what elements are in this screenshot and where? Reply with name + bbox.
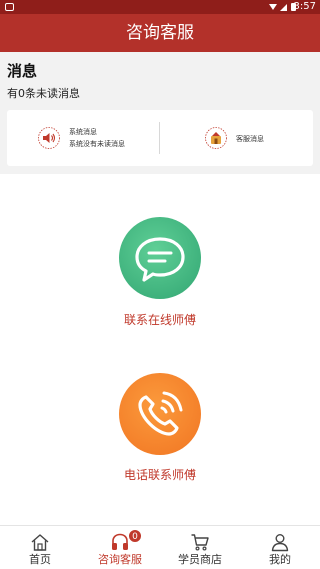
- contact-online-button[interactable]: 联系在线师傅: [0, 217, 320, 337]
- tab-home[interactable]: 首页: [0, 526, 80, 569]
- unread-badge: 0: [128, 529, 142, 543]
- bottom-tab-bar: 首页 0 咨询客服 学员商店 我的: [0, 525, 320, 569]
- contact-phone-button[interactable]: 电话联系师傅: [0, 373, 320, 493]
- card-divider: [159, 122, 160, 154]
- status-bar: 3:57: [0, 0, 320, 14]
- system-messages-label: 系统消息: [69, 128, 97, 136]
- phone-icon: [138, 391, 183, 436]
- messages-card: 系统消息 系统没有未读消息 客服消息: [7, 110, 313, 166]
- home-icon: [31, 534, 49, 551]
- system-messages-item[interactable]: 系统消息 系统没有未读消息: [37, 110, 152, 166]
- contact-online-label[interactable]: 联系在线师傅: [0, 312, 320, 328]
- headset-icon: [112, 533, 128, 550]
- unread-count: 有0条未读消息: [7, 87, 80, 100]
- speaker-icon: [38, 127, 60, 149]
- contact-online-circle[interactable]: [119, 217, 201, 299]
- service-icon: [205, 127, 227, 149]
- user-icon: [271, 534, 289, 552]
- tab-home-label: 首页: [29, 553, 51, 566]
- notification-icon: [5, 3, 14, 11]
- service-messages-label: 客服消息: [236, 135, 264, 143]
- contact-phone-circle[interactable]: [119, 373, 201, 455]
- page-title: 咨询客服: [0, 14, 320, 52]
- tab-consult-label: 咨询客服: [98, 553, 142, 566]
- service-messages-item[interactable]: 客服消息: [204, 110, 304, 166]
- cart-icon: [191, 534, 209, 551]
- tab-store[interactable]: 学员商店: [160, 526, 240, 569]
- contact-phone-label[interactable]: 电话联系师傅: [0, 467, 320, 483]
- tab-store-label: 学员商店: [178, 553, 222, 566]
- tab-mine[interactable]: 我的: [240, 526, 320, 569]
- messages-title: 消息: [7, 62, 38, 80]
- tab-consult[interactable]: 0 咨询客服: [80, 526, 160, 569]
- system-messages-status: 系统没有未读消息: [69, 140, 125, 148]
- status-time: 3:57: [293, 1, 316, 12]
- chat-bubble-icon: [135, 237, 185, 282]
- tab-mine-label: 我的: [269, 553, 291, 566]
